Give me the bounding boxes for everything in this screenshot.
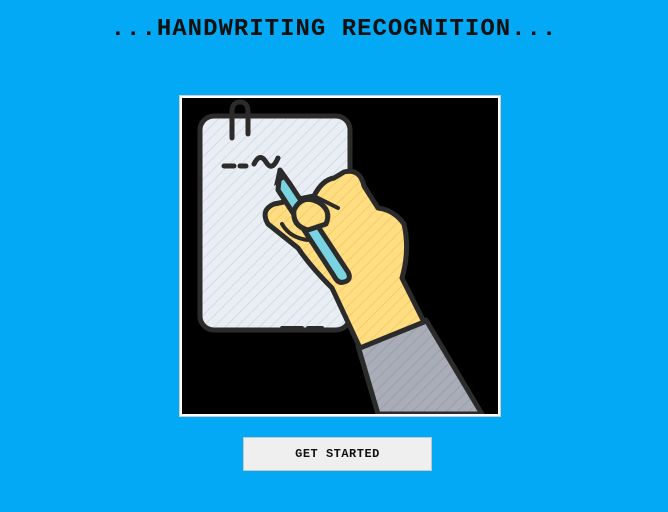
- hero-image: [179, 95, 501, 417]
- app-page: ...HANDWRITING RECOGNITION... GET STARTE…: [0, 0, 668, 512]
- page-title: ...HANDWRITING RECOGNITION...: [110, 16, 558, 43]
- get-started-button[interactable]: GET STARTED: [243, 437, 432, 471]
- handwriting-icon: [197, 99, 485, 414]
